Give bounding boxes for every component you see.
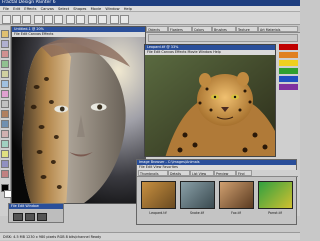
crop-tool-icon[interactable] bbox=[1, 70, 9, 78]
tab-floaters[interactable]: Floaters bbox=[168, 26, 192, 32]
text-tool-icon[interactable] bbox=[1, 80, 9, 88]
browser-tab-details[interactable]: Details bbox=[168, 170, 190, 176]
leopard-image-window: Leopard.tif @ 33% File Edit Canvas Effec… bbox=[144, 44, 276, 157]
thumb-leopard[interactable] bbox=[141, 181, 176, 209]
undo-button[interactable] bbox=[66, 15, 75, 24]
eraser-tool-icon[interactable] bbox=[1, 40, 9, 48]
tab-brushes[interactable]: Brushes bbox=[212, 26, 236, 32]
dropper-tool-icon[interactable] bbox=[1, 50, 9, 58]
browser-tab-preview[interactable]: Preview bbox=[214, 170, 236, 176]
menu-movie[interactable]: Movie bbox=[91, 7, 102, 11]
brush-thumb-1[interactable] bbox=[13, 213, 23, 221]
swatch-purple[interactable] bbox=[279, 84, 298, 90]
copy-button[interactable] bbox=[44, 15, 53, 24]
tab-texture[interactable]: Texture bbox=[236, 26, 258, 32]
menu-canvas[interactable]: Canvas bbox=[41, 7, 54, 11]
bottom-window-title: File Edit Window bbox=[9, 204, 63, 209]
thumb-caption-fox: Fox.tif bbox=[231, 211, 241, 215]
browser-tab-row: Thumbnails Details List View Preview Fin… bbox=[137, 170, 298, 177]
browser-tab-thumbnails[interactable]: Thumbnails bbox=[138, 170, 168, 176]
hand-tool-icon[interactable] bbox=[1, 120, 9, 128]
smudge-tool-icon[interactable] bbox=[1, 110, 9, 118]
swatch-orange[interactable] bbox=[279, 52, 298, 58]
rotate-tool-icon[interactable] bbox=[1, 140, 9, 148]
thumb-snake[interactable] bbox=[180, 181, 215, 209]
brush-thumb-2[interactable] bbox=[25, 213, 35, 221]
menu-select[interactable]: Select bbox=[58, 7, 69, 11]
swatch-green[interactable] bbox=[279, 68, 298, 74]
menu-shapes[interactable]: Shapes bbox=[73, 7, 86, 11]
app-title: Fractal Design Painter 6 bbox=[2, 0, 56, 5]
thumb-caption-leopard: Leopard.tif bbox=[149, 211, 167, 215]
leopard-photo[interactable] bbox=[145, 55, 276, 157]
main-toolbar bbox=[0, 12, 300, 25]
eraser-button[interactable] bbox=[120, 15, 129, 24]
lasso-tool-icon[interactable] bbox=[1, 60, 9, 68]
new-file-button[interactable] bbox=[2, 15, 11, 24]
pen-tool-icon[interactable] bbox=[1, 170, 9, 178]
save-file-button[interactable] bbox=[22, 15, 31, 24]
face-painting-canvas[interactable] bbox=[12, 37, 145, 204]
cut-button[interactable] bbox=[34, 15, 43, 24]
menu-help[interactable]: Help bbox=[124, 7, 132, 11]
zoom-button[interactable] bbox=[88, 15, 97, 24]
thumb-caption-parrot: Parrot.tif bbox=[268, 211, 282, 215]
redo-button[interactable] bbox=[76, 15, 85, 24]
thumb-parrot[interactable] bbox=[258, 181, 293, 209]
swatch-red[interactable] bbox=[279, 44, 298, 50]
panel-controls[interactable] bbox=[148, 34, 298, 42]
paste-button[interactable] bbox=[54, 15, 63, 24]
brush-variant-window: File Edit Window bbox=[8, 203, 64, 223]
fill-tool-icon[interactable] bbox=[1, 100, 9, 108]
shape-tool-icon[interactable] bbox=[1, 90, 9, 98]
menu-effects[interactable]: Effects bbox=[24, 7, 36, 11]
status-bar: DISK: 4.5 MB 1230 x 980 pixels RGB 8 bit… bbox=[0, 232, 300, 240]
tab-objects[interactable]: Objects bbox=[146, 26, 168, 32]
swatch-blue[interactable] bbox=[279, 76, 298, 82]
image-browser-window: Image Browser - C:\Images\Animals File E… bbox=[136, 159, 298, 225]
tab-art-materials[interactable]: Art Materials bbox=[258, 26, 298, 32]
brush-thumb-3[interactable] bbox=[37, 213, 47, 221]
print-button[interactable] bbox=[98, 15, 107, 24]
panel-tab-row: Objects Floaters Colors Brushes Texture … bbox=[146, 26, 300, 33]
thumb-fox[interactable] bbox=[219, 181, 254, 209]
clone-tool-icon[interactable] bbox=[1, 160, 9, 168]
menu-window[interactable]: Window bbox=[105, 7, 119, 11]
browser-tab-list[interactable]: List View bbox=[190, 170, 214, 176]
main-canvas-window: Untitled-1 @ 20% File Edit Canvas Effect… bbox=[11, 26, 146, 204]
thumb-caption-snake: Snake.tif bbox=[190, 211, 204, 215]
open-file-button[interactable] bbox=[12, 15, 21, 24]
tab-colors[interactable]: Colors bbox=[192, 26, 212, 32]
menu-edit[interactable]: Edit bbox=[13, 7, 20, 11]
browser-tab-find[interactable]: Find bbox=[236, 170, 252, 176]
magnifier-tool-icon[interactable] bbox=[1, 130, 9, 138]
tool-palette bbox=[0, 26, 12, 216]
brush-button[interactable] bbox=[110, 15, 119, 24]
menu-file[interactable]: File bbox=[3, 7, 9, 11]
brush-tool-icon[interactable] bbox=[1, 30, 9, 38]
swatch-yellow[interactable] bbox=[279, 60, 298, 66]
status-text: DISK: 4.5 MB 1230 x 980 pixels RGB 8 bit… bbox=[3, 235, 102, 239]
gradient-tool-icon[interactable] bbox=[1, 150, 9, 158]
